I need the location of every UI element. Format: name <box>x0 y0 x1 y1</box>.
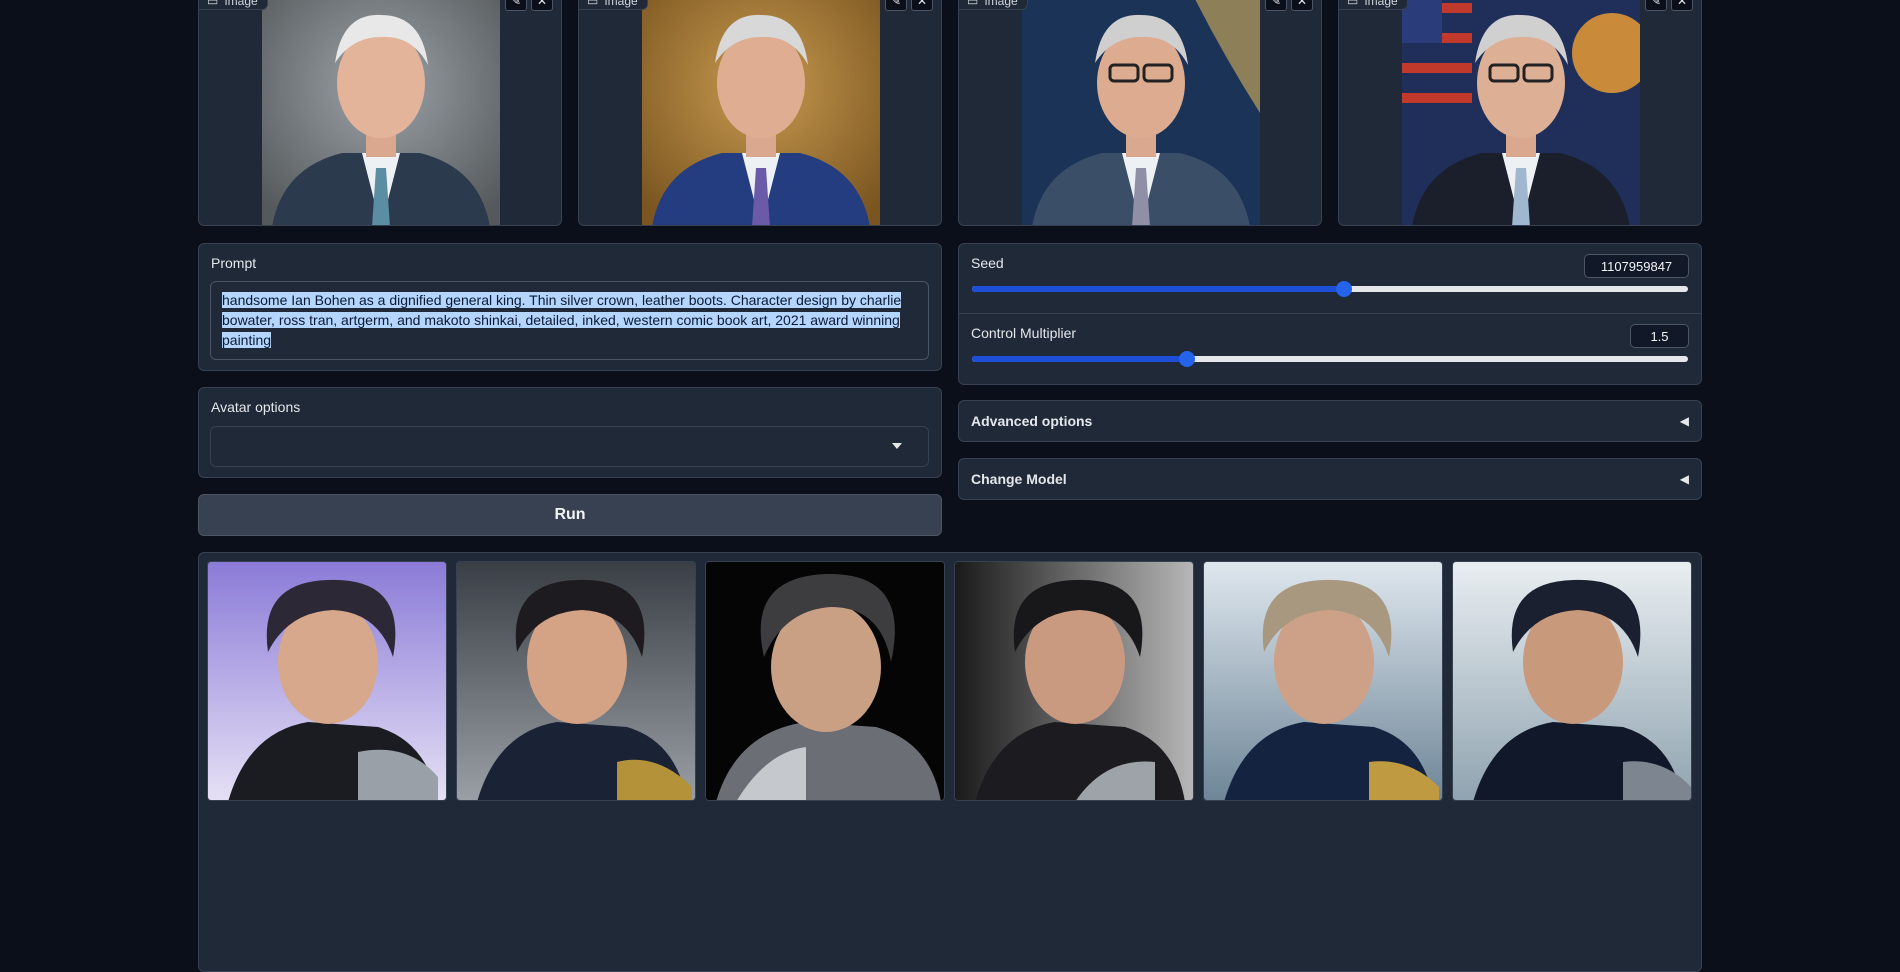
run-button[interactable]: Run <box>198 494 942 536</box>
prompt-textarea[interactable]: handsome Ian Bohen as a dignified genera… <box>210 281 929 360</box>
control-multiplier-input[interactable]: 1.5 <box>1630 324 1689 348</box>
close-icon[interactable]: ✕ <box>531 0 553 11</box>
image-tag: ▭ Image <box>1339 0 1408 10</box>
image-icon: ▭ <box>967 0 979 8</box>
uploaded-photo <box>642 0 880 225</box>
image-icon: ▭ <box>587 0 599 8</box>
image-tag: ▭ Image <box>199 0 268 10</box>
image-upload-4[interactable]: ▭ Image ✎ ✕ <box>1338 0 1702 226</box>
prompt-text: handsome Ian Bohen as a dignified genera… <box>222 292 902 348</box>
advanced-options-label: Advanced options <box>971 413 1093 429</box>
avatar-options-dropdown[interactable] <box>210 426 929 467</box>
control-multiplier-slider[interactable] <box>972 351 1688 367</box>
seed-label: Seed <box>971 255 1004 271</box>
gallery-image[interactable] <box>705 561 945 801</box>
gallery-image[interactable] <box>954 561 1194 801</box>
seed-slider[interactable] <box>972 281 1688 297</box>
seed-slider-fill <box>972 286 1345 292</box>
avatar-options-label: Avatar options <box>211 399 301 415</box>
chevron-down-icon <box>892 443 902 449</box>
image-tag: ▭ Image <box>579 0 648 10</box>
control-multiplier-label: Control Multiplier <box>971 325 1077 341</box>
gallery-image[interactable] <box>1452 561 1692 801</box>
pencil-icon[interactable]: ✎ <box>505 0 527 11</box>
advanced-options-accordion[interactable]: Advanced options ◀ <box>958 400 1702 442</box>
gallery-image[interactable] <box>1203 561 1443 801</box>
close-icon[interactable]: ✕ <box>1671 0 1693 11</box>
change-model-label: Change Model <box>971 471 1067 487</box>
image-icon: ▭ <box>1347 0 1359 8</box>
change-model-accordion[interactable]: Change Model ◀ <box>958 458 1702 500</box>
gallery-image[interactable] <box>207 561 447 801</box>
triangle-left-icon: ◀ <box>1679 472 1689 486</box>
uploaded-photo <box>1402 0 1640 225</box>
image-upload-1[interactable]: ▭ Image ✎ ✕ <box>198 0 562 226</box>
image-upload-2[interactable]: ▭ Image ✎ ✕ <box>578 0 942 226</box>
image-icon: ▭ <box>207 0 219 8</box>
close-icon[interactable]: ✕ <box>911 0 933 11</box>
control-multiplier-slider-fill <box>972 356 1187 362</box>
image-upload-3[interactable]: ▭ Image ✎ ✕ <box>958 0 1322 226</box>
uploaded-photo <box>1022 0 1260 225</box>
pencil-icon[interactable]: ✎ <box>885 0 907 11</box>
pencil-icon[interactable]: ✎ <box>1645 0 1667 11</box>
pencil-icon[interactable]: ✎ <box>1265 0 1287 11</box>
control-multiplier-slider-thumb[interactable] <box>1178 351 1195 367</box>
uploaded-photo <box>262 0 500 225</box>
prompt-label: Prompt <box>211 255 257 271</box>
seed-input[interactable]: 1107959847 <box>1584 254 1689 278</box>
triangle-left-icon: ◀ <box>1679 414 1689 428</box>
sliders-divider <box>959 313 1701 314</box>
gallery-image[interactable] <box>456 561 696 801</box>
close-icon[interactable]: ✕ <box>1291 0 1313 11</box>
image-tag: ▭ Image <box>959 0 1028 10</box>
